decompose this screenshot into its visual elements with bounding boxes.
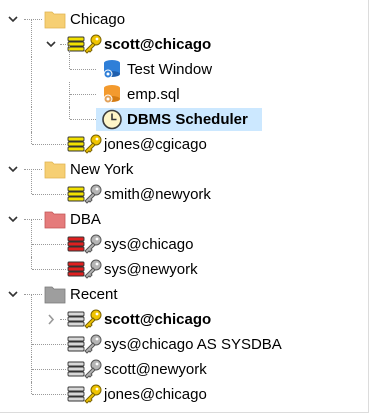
chevron-down-icon[interactable] bbox=[44, 32, 58, 57]
tree-item-sys-chicago-sysdba[interactable]: sys@chicago AS SYSDBA bbox=[0, 332, 360, 357]
tree-item-label: scott@newyork bbox=[104, 361, 207, 378]
key-gold-icon bbox=[84, 309, 102, 329]
tree-group-label: Chicago bbox=[70, 11, 126, 28]
chevron-down-icon[interactable] bbox=[6, 157, 20, 182]
chevron-down-icon[interactable] bbox=[6, 282, 20, 307]
clock-icon bbox=[102, 109, 122, 130]
tree-item-emp-sql[interactable]: emp.sql bbox=[0, 82, 360, 107]
tree-item-scott-chicago[interactable]: scott@chicago bbox=[0, 19, 360, 57]
key-gold-icon bbox=[84, 134, 102, 154]
tree-item-label: emp.sql bbox=[127, 86, 180, 103]
sql-file-icon bbox=[103, 85, 120, 104]
tree-item-label: scott@chicago bbox=[104, 36, 212, 53]
tree-group-chicago[interactable]: Chicago bbox=[0, 7, 360, 32]
tree-item-sys-newyork[interactable]: sys@newyork bbox=[0, 257, 360, 282]
chevron-right-icon[interactable] bbox=[44, 307, 58, 332]
key-gold-icon bbox=[84, 384, 102, 404]
folder-icon bbox=[44, 161, 66, 179]
test-window-icon bbox=[103, 60, 120, 79]
tree-item-label: sys@newyork bbox=[104, 261, 198, 278]
chevron-down-icon[interactable] bbox=[6, 7, 20, 32]
tree-group-recent[interactable]: Recent bbox=[0, 282, 360, 307]
tree-item-label: jones@chicago bbox=[104, 386, 207, 403]
tree-item-label: Test Window bbox=[127, 61, 213, 78]
folder-gray-icon bbox=[44, 286, 66, 304]
tree-group-new-york[interactable]: New York bbox=[0, 157, 360, 182]
tree-item-dbms-scheduler[interactable]: DBMS Scheduler bbox=[0, 107, 360, 132]
key-gray-icon bbox=[84, 184, 102, 204]
tree-group-dba[interactable]: DBA bbox=[0, 207, 360, 232]
tree-item-sys-chicago[interactable]: sys@chicago bbox=[0, 219, 360, 257]
tree-item-recent-scott-chicago[interactable]: scott@chicago bbox=[0, 294, 360, 332]
tree-item-label: jones@cgicago bbox=[104, 136, 207, 153]
tree-item-label: DBMS Scheduler bbox=[127, 111, 248, 128]
folder-red-icon bbox=[44, 211, 66, 229]
tree-group-label: Recent bbox=[70, 286, 118, 303]
tree-item-label: sys@chicago bbox=[104, 236, 194, 253]
tree-item-label: scott@chicago bbox=[104, 311, 212, 328]
tree-item-test-window[interactable]: Test Window bbox=[0, 44, 360, 82]
key-gray-icon bbox=[84, 359, 102, 379]
key-gray-icon bbox=[84, 234, 102, 254]
tree-item-smith-newyork[interactable]: smith@newyork bbox=[0, 169, 360, 207]
tree-item-label: sys@chicago AS SYSDBA bbox=[104, 336, 282, 353]
chevron-down-icon[interactable] bbox=[6, 207, 20, 232]
tree-item-scott-newyork[interactable]: scott@newyork bbox=[0, 357, 360, 382]
connection-tree: Chicago scott@chicago Test Window emp.sq… bbox=[0, 0, 369, 413]
tree-item-jones-chicago[interactable]: jones@chicago bbox=[0, 382, 360, 407]
key-gray-icon bbox=[84, 334, 102, 354]
tree-group-label: New York bbox=[70, 161, 134, 178]
tree-item-jones-cgicago[interactable]: jones@cgicago bbox=[0, 132, 360, 157]
key-gold-icon bbox=[84, 34, 102, 54]
folder-icon bbox=[44, 11, 66, 29]
tree-group-label: DBA bbox=[70, 211, 101, 228]
tree-item-label: smith@newyork bbox=[104, 186, 211, 203]
key-gray-icon bbox=[84, 259, 102, 279]
